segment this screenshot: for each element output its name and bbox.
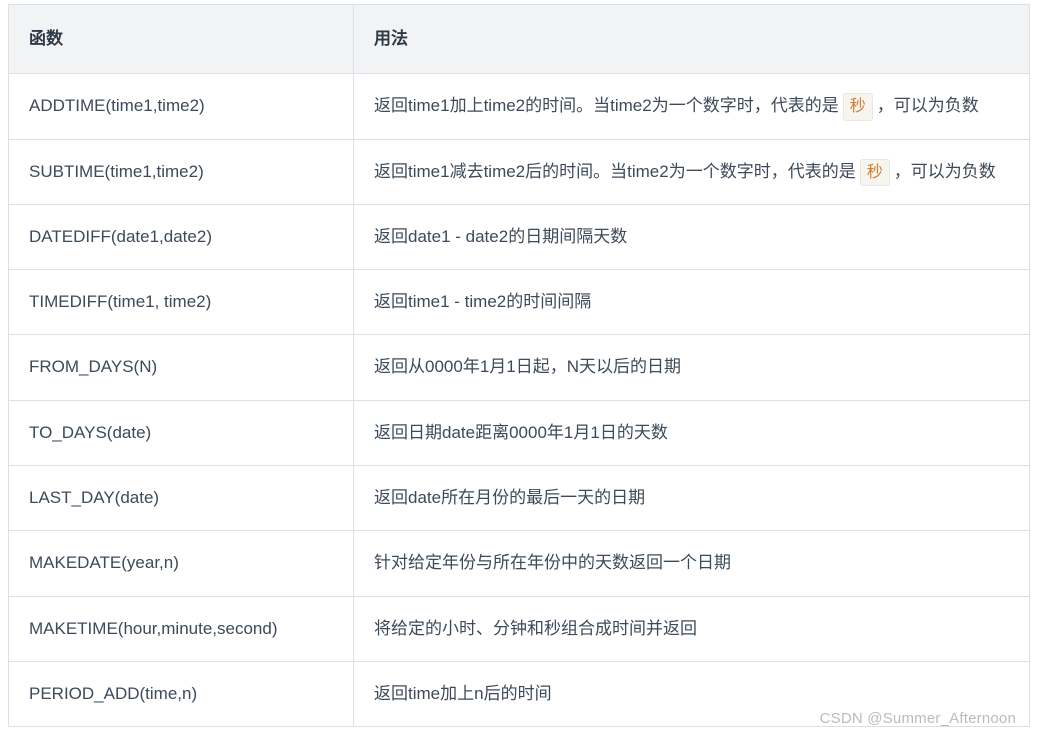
table-row: TO_DAYS(date) 返回日期date距离0000年1月1日的天数 <box>9 400 1030 465</box>
cell-function: PERIOD_ADD(time,n) <box>9 661 354 726</box>
cell-function: SUBTIME(time1,time2) <box>9 139 354 204</box>
cell-usage: 将给定的小时、分钟和秒组合成时间并返回 <box>354 596 1030 661</box>
cell-function: TO_DAYS(date) <box>9 400 354 465</box>
table-row: TIMEDIFF(time1, time2) 返回time1 - time2的时… <box>9 270 1030 335</box>
cell-usage: 返回date1 - date2的日期间隔天数 <box>354 204 1030 269</box>
cell-usage: 返回time1加上time2的时间。当time2为一个数字时，代表的是秒，可以为… <box>354 74 1030 139</box>
table-row: MAKEDATE(year,n) 针对给定年份与所在年份中的天数返回一个日期 <box>9 531 1030 596</box>
cell-function: ADDTIME(time1,time2) <box>9 74 354 139</box>
col-header-usage: 用法 <box>354 5 1030 74</box>
cell-function: TIMEDIFF(time1, time2) <box>9 270 354 335</box>
table-header-row: 函数 用法 <box>9 5 1030 74</box>
cell-usage: 返回time1减去time2后的时间。当time2为一个数字时，代表的是秒，可以… <box>354 139 1030 204</box>
usage-text: ，可以为负数 <box>894 162 996 181</box>
cell-function: DATEDIFF(date1,date2) <box>9 204 354 269</box>
cell-usage: 针对给定年份与所在年份中的天数返回一个日期 <box>354 531 1030 596</box>
cell-usage: 返回date所在月份的最后一天的日期 <box>354 466 1030 531</box>
cell-function: LAST_DAY(date) <box>9 466 354 531</box>
cell-usage: 返回time1 - time2的时间间隔 <box>354 270 1030 335</box>
code-pill: 秒 <box>860 159 890 187</box>
usage-text: ，可以为负数 <box>877 96 979 115</box>
table-row: SUBTIME(time1,time2) 返回time1减去time2后的时间。… <box>9 139 1030 204</box>
cell-function: MAKETIME(hour,minute,second) <box>9 596 354 661</box>
usage-text: 返回time1减去time2后的时间。当time2为一个数字时，代表的是 <box>374 162 856 181</box>
table-row: MAKETIME(hour,minute,second) 将给定的小时、分钟和秒… <box>9 596 1030 661</box>
table-row: LAST_DAY(date) 返回date所在月份的最后一天的日期 <box>9 466 1030 531</box>
cell-function: FROM_DAYS(N) <box>9 335 354 400</box>
usage-text: 返回time1加上time2的时间。当time2为一个数字时，代表的是 <box>374 96 839 115</box>
table-row: FROM_DAYS(N) 返回从0000年1月1日起，N天以后的日期 <box>9 335 1030 400</box>
cell-usage: 返回time加上n后的时间 <box>354 661 1030 726</box>
cell-usage: 返回日期date距离0000年1月1日的天数 <box>354 400 1030 465</box>
cell-function: MAKEDATE(year,n) <box>9 531 354 596</box>
cell-usage: 返回从0000年1月1日起，N天以后的日期 <box>354 335 1030 400</box>
col-header-function: 函数 <box>9 5 354 74</box>
table-row: DATEDIFF(date1,date2) 返回date1 - date2的日期… <box>9 204 1030 269</box>
table-row: PERIOD_ADD(time,n) 返回time加上n后的时间 <box>9 661 1030 726</box>
code-pill: 秒 <box>843 93 873 121</box>
function-table: 函数 用法 ADDTIME(time1,time2) 返回time1加上time… <box>8 4 1030 727</box>
table-row: ADDTIME(time1,time2) 返回time1加上time2的时间。当… <box>9 74 1030 139</box>
